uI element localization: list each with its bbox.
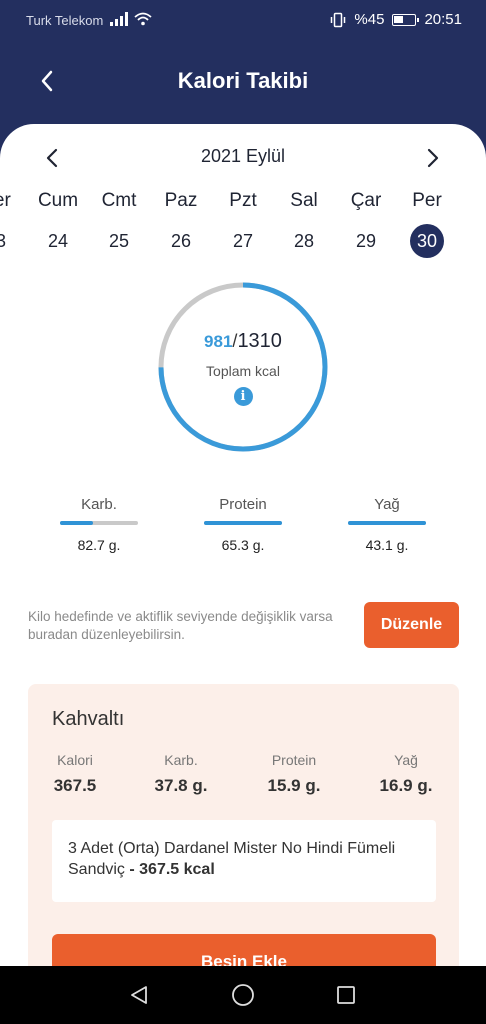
macro-name: Protein bbox=[219, 496, 267, 513]
day-name: Paz bbox=[164, 190, 198, 211]
stat-value: 15.9 g. bbox=[267, 776, 321, 795]
macro-value: 65.3 g. bbox=[221, 537, 265, 553]
day-name: Sal bbox=[290, 190, 318, 211]
clock: 20:51 bbox=[424, 11, 462, 28]
meal-stat-protein: Protein 15.9 g. bbox=[249, 752, 339, 796]
macro-carb: Karb. 82.7 g. bbox=[59, 496, 139, 553]
stat-label: Protein bbox=[271, 752, 317, 768]
edit-hint-text: Kilo hedefinde ve aktiflik seviyende değ… bbox=[28, 609, 333, 642]
status-bar: Turk Telekom %45 20:51 bbox=[0, 0, 486, 40]
day-item[interactable]: Paz 26 bbox=[150, 188, 212, 258]
day-name: Pzt bbox=[229, 190, 257, 211]
macro-bar-fill bbox=[60, 521, 93, 525]
day-number: 25 bbox=[108, 231, 130, 251]
stat-label: Karb. bbox=[164, 752, 198, 768]
macro-value: 43.1 g. bbox=[365, 537, 409, 553]
macro-name: Yağ bbox=[374, 496, 400, 513]
day-number: 29 bbox=[355, 231, 377, 251]
day-number: 28 bbox=[293, 231, 315, 251]
day-item[interactable]: Sal 28 bbox=[273, 188, 335, 258]
wifi-icon bbox=[134, 12, 152, 26]
next-month-button[interactable] bbox=[419, 144, 447, 172]
stat-value: 37.8 g. bbox=[154, 776, 208, 795]
day-number: 24 bbox=[47, 231, 69, 251]
info-icon[interactable]: i bbox=[233, 387, 253, 406]
day-name: Cum bbox=[37, 190, 79, 211]
battery-icon bbox=[392, 13, 420, 26]
edit-button[interactable]: Düzenle bbox=[364, 602, 459, 648]
macro-bar bbox=[60, 521, 138, 525]
day-name: Cmt bbox=[101, 190, 137, 211]
food-item[interactable]: 3 Adet (Orta) Dardanel Mister No Hindi F… bbox=[52, 820, 436, 902]
day-name: Çar bbox=[350, 190, 382, 211]
month-label: 2021 Eylül bbox=[200, 146, 286, 166]
vibrate-icon bbox=[331, 12, 346, 27]
macro-bar-fill bbox=[348, 521, 426, 525]
cellular-signal-icon bbox=[110, 12, 128, 26]
day-name: Per bbox=[0, 190, 11, 211]
status-right: %45 20:51 bbox=[330, 11, 462, 28]
calorie-ring: 981/1310 Toplam kcal i bbox=[158, 282, 328, 452]
square-recents-icon bbox=[337, 986, 355, 1004]
meal-card-breakfast: Kahvaltı Kalori 367.5 Karb. 37.8 g. Prot… bbox=[28, 684, 459, 984]
macro-value: 82.7 g. bbox=[77, 537, 121, 553]
macro-summary: Karb. 82.7 g. Protein 65.3 g. Yağ 43.1 g… bbox=[0, 496, 486, 566]
meal-stat-calories: Kalori 367.5 bbox=[30, 752, 120, 796]
day-name: Per bbox=[412, 190, 442, 211]
day-item[interactable]: Çar 29 bbox=[335, 188, 397, 258]
circle-home-icon bbox=[232, 984, 254, 1006]
meal-title: Kahvaltı bbox=[52, 708, 125, 730]
stat-value: 16.9 g. bbox=[379, 776, 433, 795]
food-item-name: 3 Adet (Orta) Dardanel Mister No Hindi F… bbox=[68, 840, 396, 878]
day-item[interactable]: Cmt 25 bbox=[88, 188, 150, 258]
stat-value: 367.5 bbox=[53, 776, 97, 795]
battery-percent: %45 bbox=[354, 11, 385, 28]
ring-text: 981/1310 Toplam kcal i bbox=[158, 330, 328, 406]
macro-bar bbox=[348, 521, 426, 525]
month-selector: 2021 Eylül bbox=[0, 142, 486, 172]
day-item[interactable]: Per 23 bbox=[0, 188, 27, 258]
macro-name: Karb. bbox=[81, 496, 117, 513]
meal-stat-fat: Yağ 16.9 g. bbox=[361, 752, 451, 796]
kcal-consumed: 981 bbox=[204, 332, 233, 351]
meal-stats: Kalori 367.5 Karb. 37.8 g. Protein 15.9 … bbox=[28, 752, 459, 802]
day-number: 26 bbox=[170, 231, 192, 251]
carrier-name: Turk Telekom bbox=[26, 13, 104, 28]
macro-protein: Protein 65.3 g. bbox=[203, 496, 283, 553]
day-item[interactable]: Pzt 27 bbox=[212, 188, 274, 258]
stat-label: Yağ bbox=[394, 752, 418, 768]
nav-home-button[interactable] bbox=[230, 982, 256, 1008]
day-number: 30 bbox=[410, 224, 444, 258]
page-title: Kalori Takibi bbox=[177, 68, 309, 93]
nav-back-button[interactable] bbox=[126, 982, 152, 1008]
macro-bar bbox=[204, 521, 282, 525]
day-number: 23 bbox=[0, 231, 7, 251]
food-item-kcal: - 367.5 kcal bbox=[124, 861, 215, 878]
day-item[interactable]: Cum 24 bbox=[27, 188, 89, 258]
triangle-back-icon bbox=[131, 986, 147, 1004]
day-strip: Per 23 Cum 24 Cmt 25 Paz 26 Pzt 27 Sal 2… bbox=[0, 188, 486, 258]
kcal-line: 981/1310 bbox=[158, 330, 328, 353]
meal-stat-carb: Karb. 37.8 g. bbox=[136, 752, 226, 796]
chevron-right-icon bbox=[427, 148, 439, 168]
main-card: 2021 Eylül Per 23 Cum 24 Cmt 25 Paz 26 P… bbox=[0, 124, 486, 984]
android-nav-bar bbox=[0, 966, 486, 1024]
signal-icons bbox=[110, 12, 152, 26]
macro-fat: Yağ 43.1 g. bbox=[347, 496, 427, 553]
macro-bar-fill bbox=[204, 521, 282, 525]
total-kcal-label: Toplam kcal bbox=[206, 363, 280, 379]
day-number: 27 bbox=[232, 231, 254, 251]
kcal-target: 1310 bbox=[237, 330, 282, 352]
nav-recents-button[interactable] bbox=[333, 982, 359, 1008]
stat-label: Kalori bbox=[57, 752, 93, 768]
day-item-selected[interactable]: Per 30 bbox=[396, 188, 458, 258]
